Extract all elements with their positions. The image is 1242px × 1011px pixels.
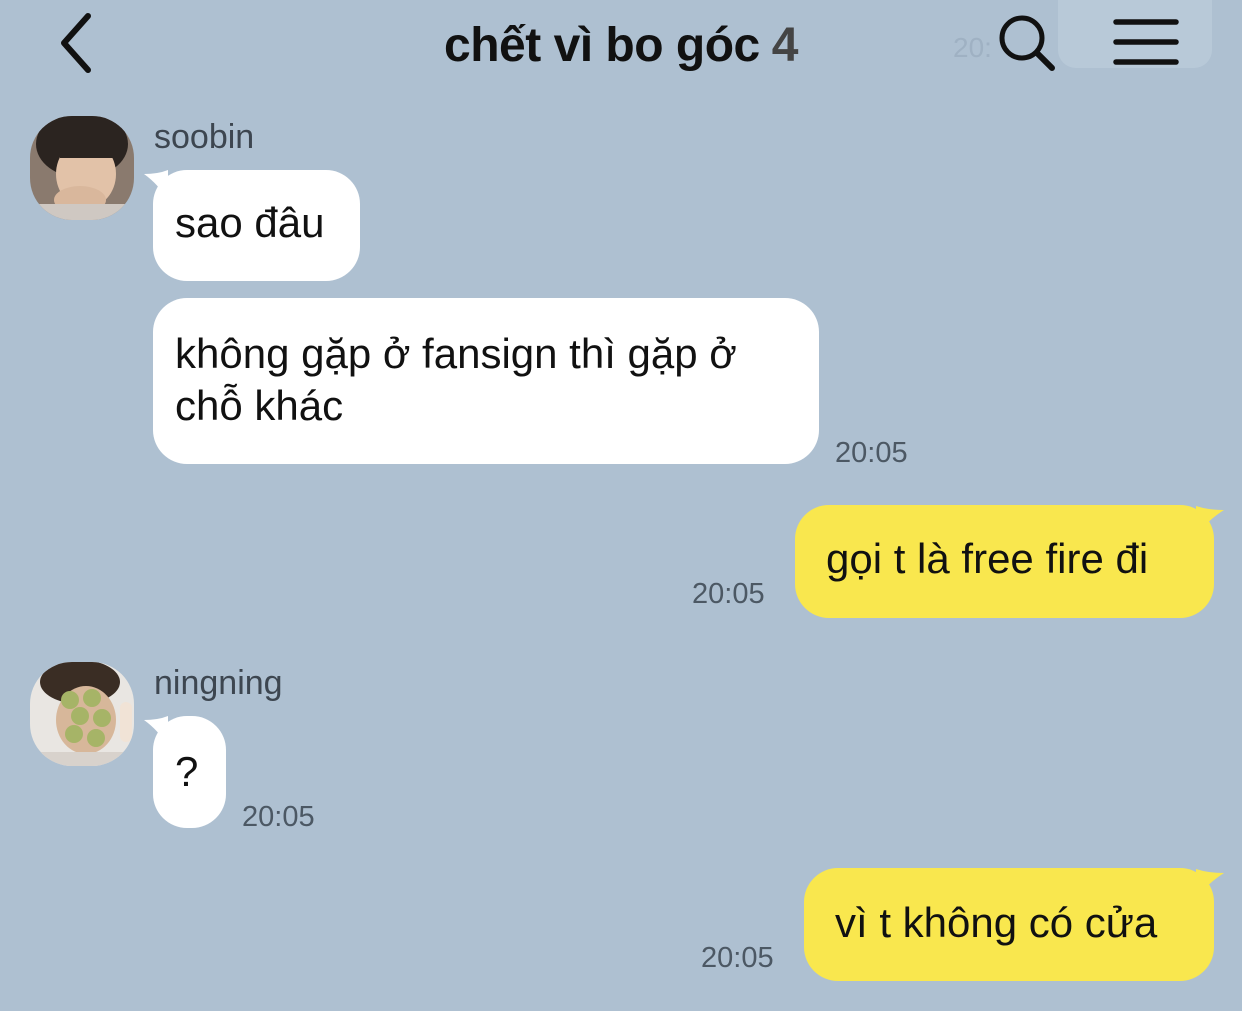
sender-name: soobin [154,118,255,156]
message-bubble[interactable]: gọi t là free fire đi [795,505,1214,618]
message-bubble[interactable]: sao đâu [153,170,360,281]
avatar-soobin[interactable] [30,116,134,220]
message-timestamp: 20:05 [835,437,908,469]
message-text: không gặp ở fansign thì gặp ở chỗ khác [175,330,737,429]
sender-name: ningning [154,664,283,702]
bubble-tail [1196,869,1224,899]
message-text: vì t không có cửa [835,899,1158,946]
profile-photo-icon [30,116,134,220]
message-text: ? [175,748,199,795]
avatar-ningning[interactable] [30,662,134,766]
message-text: gọi t là free fire đi [826,535,1149,582]
message-timestamp: 20:05 [242,801,315,833]
message-text: sao đâu [175,199,325,246]
message-timestamp: 20:05 [692,578,765,610]
profile-photo-icon [30,662,134,766]
faded-timestamp: 20: [953,32,992,63]
member-count: 4 [771,19,799,72]
menu-button[interactable] [1112,16,1180,68]
bubble-tail [1196,506,1224,536]
search-icon [999,15,1055,71]
menu-icon [1113,19,1179,65]
chat-header: chết vì bo góc 4 20: [0,0,1242,108]
chat-title-text: chết vì bo góc [444,19,760,72]
message-bubble[interactable]: không gặp ở fansign thì gặp ở chỗ khác [153,298,819,464]
message-timestamp: 20:05 [701,942,774,974]
message-bubble[interactable]: ? [153,716,226,828]
search-button[interactable] [996,12,1058,74]
message-bubble[interactable]: vì t không có cửa [804,868,1214,981]
